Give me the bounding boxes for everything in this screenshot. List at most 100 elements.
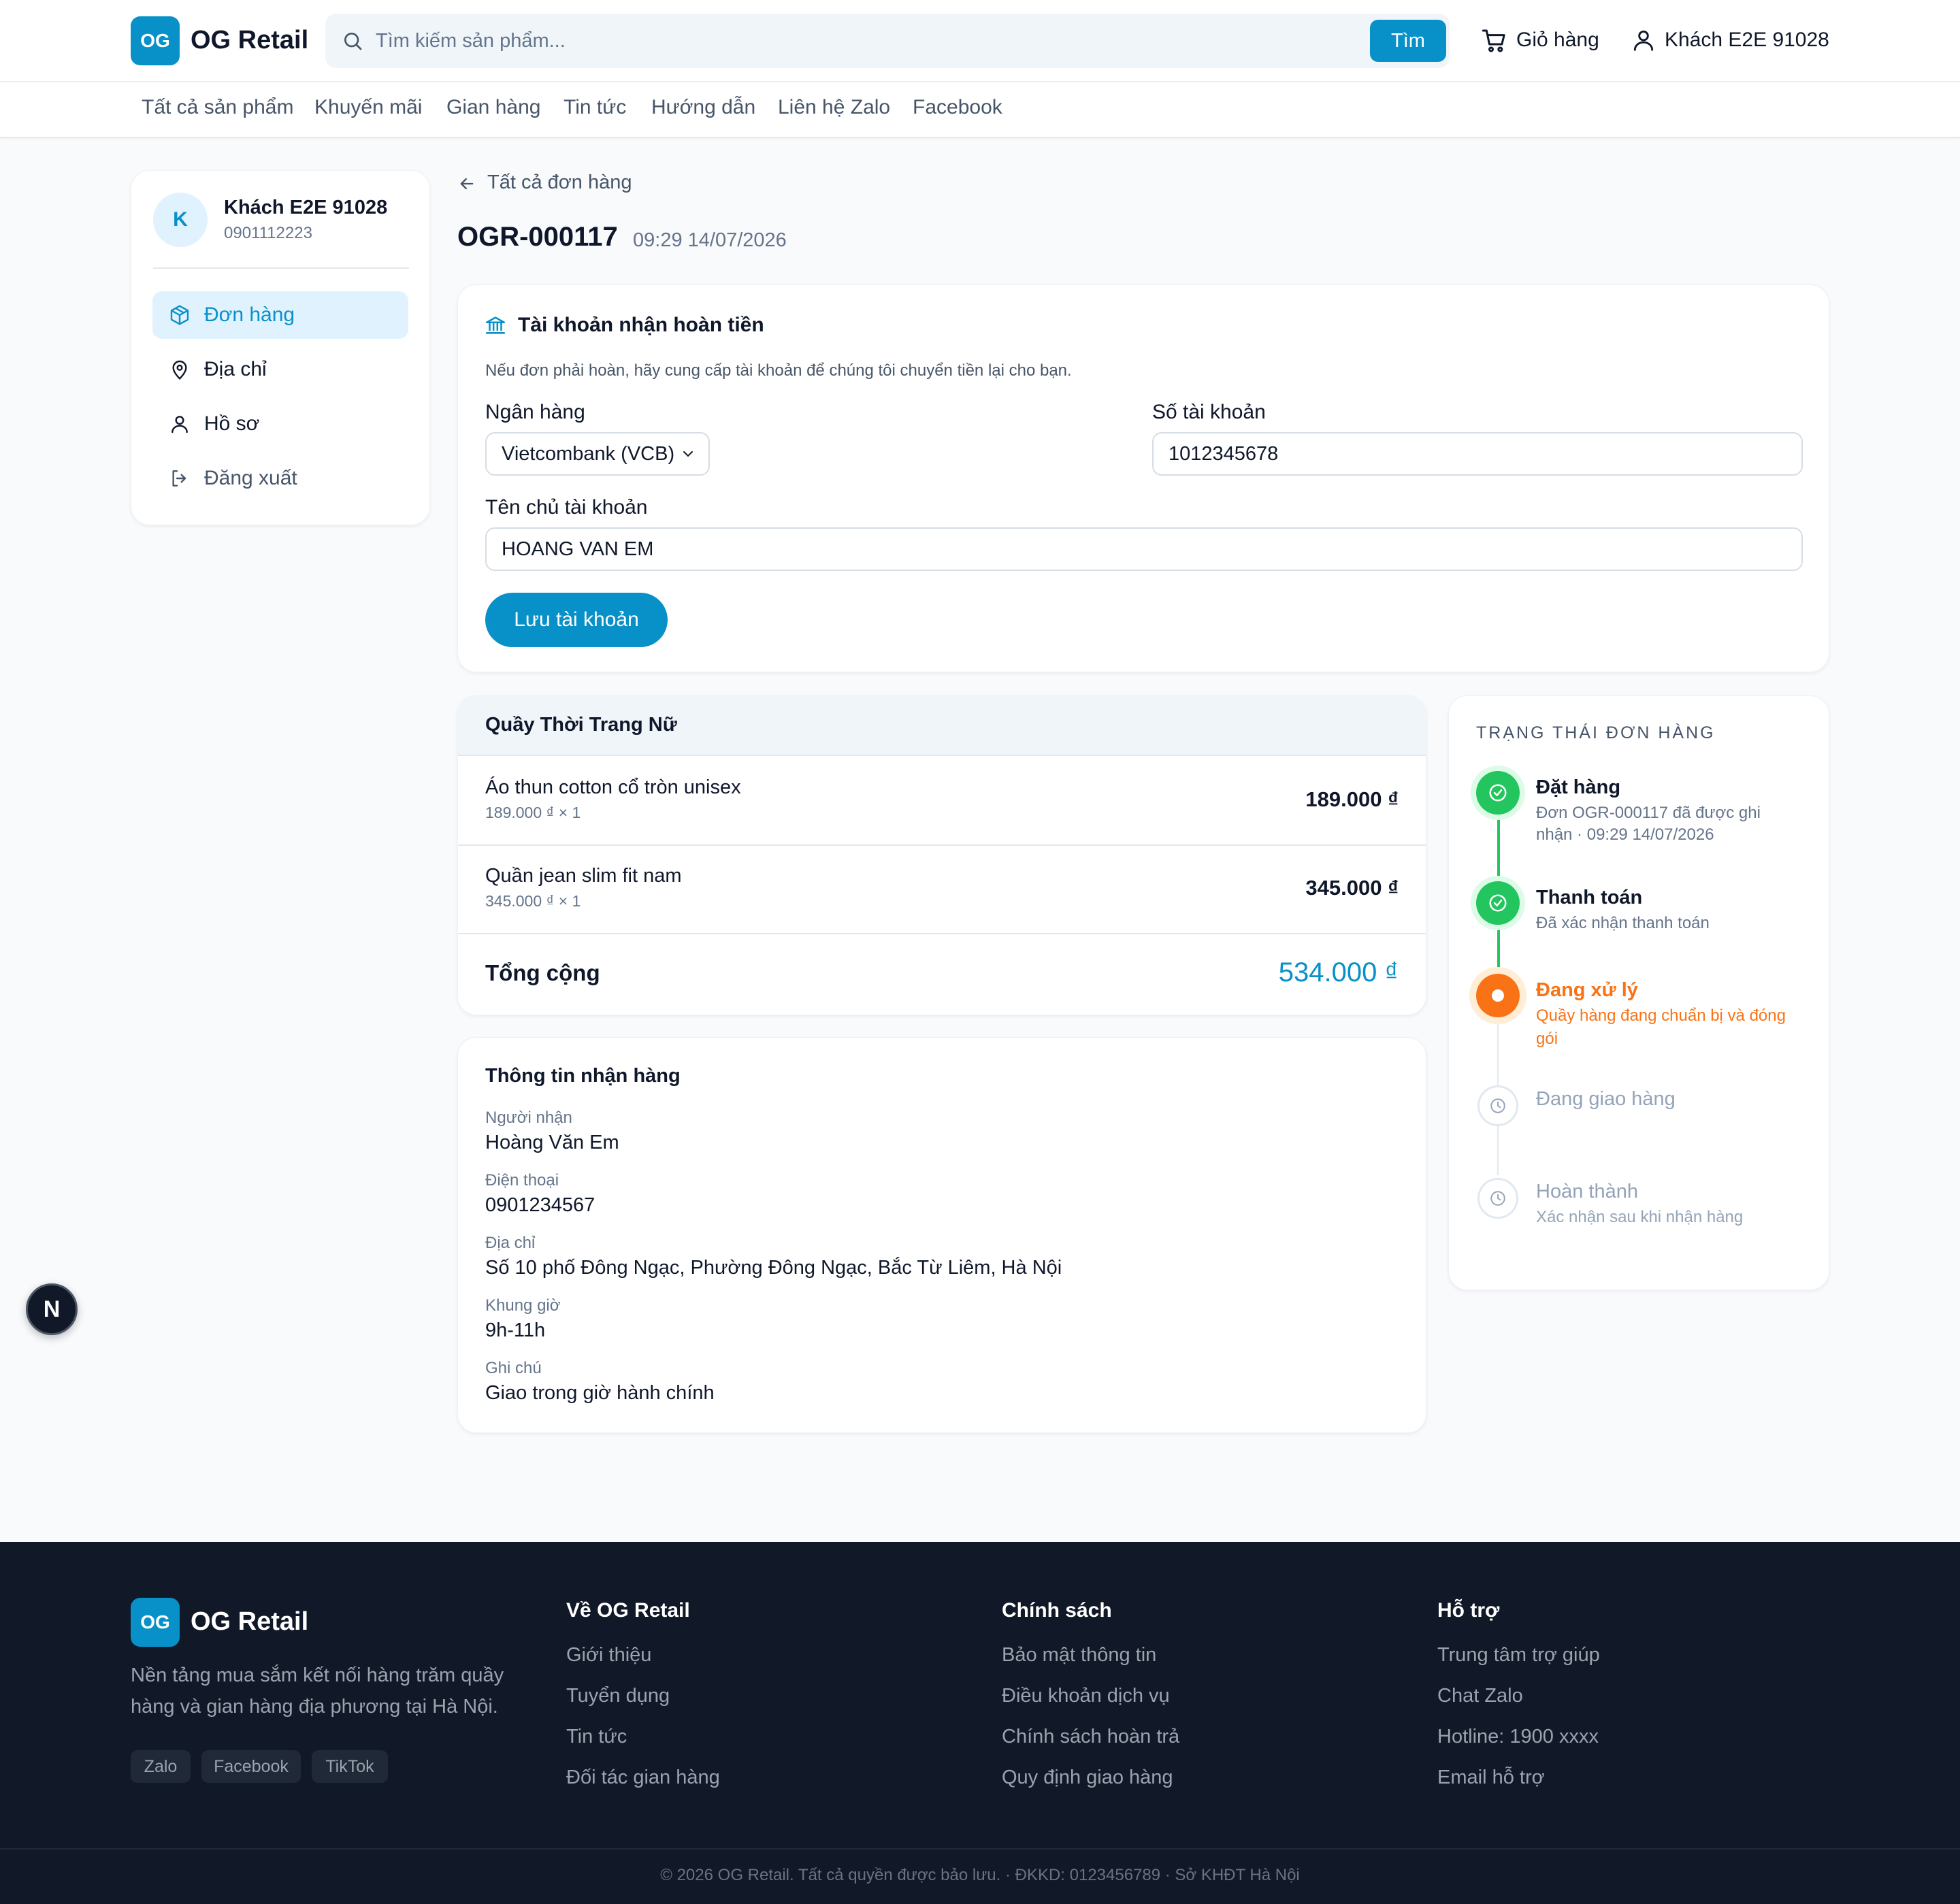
phone-value: 0901234567 — [485, 1194, 595, 1216]
sidebar-item-address[interactable]: Địa chỉ — [152, 346, 408, 393]
shipping-info-card: Thông tin nhận hàng Người nhận Hoàng Văn… — [457, 1037, 1426, 1433]
recipient-label: Người nhận — [485, 1109, 572, 1127]
nav-all-products[interactable]: Tất cả sản phẩm — [142, 96, 293, 119]
item-name[interactable]: Quần jean slim fit nam — [485, 865, 682, 887]
note-value: Giao trong giờ hành chính — [485, 1382, 715, 1404]
sidebar-divider — [153, 267, 409, 269]
search-button[interactable]: Tìm — [1370, 20, 1446, 62]
search-input[interactable] — [376, 14, 1328, 68]
footer-link[interactable]: Hotline: 1900 xxxx — [1437, 1726, 1599, 1748]
search-icon — [344, 33, 362, 50]
package-icon — [170, 305, 189, 325]
item-name[interactable]: Áo thun cotton cổ tròn unisex — [485, 776, 741, 799]
total-divider — [458, 933, 1426, 934]
nav-news[interactable]: Tin tức — [564, 96, 626, 119]
step-pending-marker — [1477, 1178, 1518, 1219]
save-account-button[interactable]: Lưu tài khoản — [485, 593, 668, 647]
footer-link[interactable]: Bảo mật thông tin — [1002, 1644, 1156, 1667]
sidebar-user-name: Khách E2E 91028 — [224, 197, 388, 218]
footer-logo-text[interactable]: OG Retail — [191, 1607, 308, 1637]
nav-shops[interactable]: Gian hàng — [446, 96, 540, 119]
footer-link[interactable]: Tuyển dụng — [566, 1685, 670, 1707]
arrow-left-icon — [460, 178, 474, 190]
social-tag-zalo[interactable]: Zalo — [131, 1750, 191, 1783]
footer-link[interactable]: Tin tức — [566, 1726, 627, 1748]
bank-select[interactable]: Vietcombank (VCB) — [485, 432, 710, 476]
dev-tools-badge[interactable]: N — [26, 1283, 78, 1335]
address-value: Số 10 phố Đông Ngạc, Phường Đông Ngạc, B… — [485, 1257, 1062, 1279]
shipping-title: Thông tin nhận hàng — [485, 1065, 681, 1087]
step-description: Đã xác nhận thanh toán — [1536, 914, 1710, 932]
back-to-orders-link[interactable]: Tất cả đơn hàng — [457, 170, 662, 197]
cart-label: Giỏ hàng — [1516, 29, 1599, 51]
step-title: Hoàn thành — [1536, 1181, 1638, 1202]
avatar: K — [153, 193, 208, 247]
footer-link[interactable]: Quy định giao hàng — [1002, 1767, 1173, 1789]
footer-link[interactable]: Trung tâm trợ giúp — [1437, 1644, 1600, 1667]
social-tag-facebook[interactable]: Facebook — [201, 1750, 301, 1783]
sidebar-item-profile[interactable]: Hồ sơ — [152, 400, 408, 448]
nav-promotions[interactable]: Khuyến mãi — [314, 96, 422, 119]
chevron-down-icon — [683, 451, 693, 457]
step-title: Thanh toán — [1536, 887, 1643, 908]
account-number-input[interactable]: 1012345678 — [1152, 432, 1803, 476]
item-divider — [458, 844, 1426, 846]
site-footer: OG OG Retail Nền tảng mua sắm kết nối hà… — [0, 1542, 1960, 1904]
step-current-marker — [1476, 974, 1520, 1017]
step-title: Đang xử lý — [1536, 979, 1638, 1001]
social-tag-tiktok[interactable]: TikTok — [312, 1750, 388, 1783]
footer-description: Nền tảng mua sắm kết nối hàng trăm quầy — [131, 1664, 504, 1686]
order-datetime: 09:29 14/07/2026 — [633, 229, 787, 251]
map-pin-icon — [172, 360, 187, 380]
step-description: Quầy hàng đang chuẩn bị và đóng — [1536, 1006, 1786, 1025]
nav-zalo[interactable]: Liên hệ Zalo — [778, 96, 890, 119]
cart-link[interactable]: Giỏ hàng — [1481, 26, 1601, 56]
footer-description: hàng và gian hàng địa phương tại Hà Nội. — [131, 1696, 498, 1718]
footer-logo-badge[interactable]: OG — [131, 1598, 180, 1647]
refund-description: Nếu đơn phải hoàn, hãy cung cấp tài khoả… — [485, 361, 1072, 380]
account-holder-label: Tên chủ tài khoản — [485, 496, 648, 519]
footer-divider — [0, 1848, 1960, 1850]
footer-column-title: Hỗ trợ — [1437, 1599, 1500, 1622]
footer-link[interactable]: Email hỗ trợ — [1437, 1767, 1545, 1789]
step-description: Xác nhận sau khi nhận hàng — [1536, 1208, 1744, 1226]
time-slot-value: 9h-11h — [485, 1319, 546, 1341]
account-number-label: Số tài khoản — [1152, 401, 1266, 423]
order-items-card: Quầy Thời Trang Nữ Áo thun cotton cổ trò… — [457, 695, 1426, 1015]
bank-select-value: Vietcombank (VCB) — [502, 443, 675, 465]
item-price: 189.000 ₫ — [1305, 787, 1399, 811]
logout-icon — [172, 470, 186, 487]
item-price: 345.000 ₫ — [1305, 876, 1399, 900]
item-unit-price: 345.000 ₫ × 1 — [485, 892, 581, 910]
check-icon — [1489, 784, 1507, 802]
user-icon — [172, 416, 188, 433]
item-unit-price: 189.000 ₫ × 1 — [485, 804, 581, 821]
cart-icon — [1482, 29, 1505, 52]
dot-icon — [1492, 989, 1504, 1002]
logo-badge[interactable]: OG — [131, 16, 180, 65]
sidebar-user-phone: 0901112223 — [224, 224, 312, 242]
step-title: Đang giao hàng — [1536, 1088, 1676, 1110]
footer-link[interactable]: Chính sách hoàn trả — [1002, 1726, 1179, 1748]
footer-link[interactable]: Giới thiệu — [566, 1644, 651, 1667]
logo-text[interactable]: OG Retail — [191, 26, 308, 55]
refund-title: Tài khoản nhận hoàn tiền — [518, 314, 764, 336]
bank-icon — [485, 316, 506, 334]
step-title: Đặt hàng — [1536, 776, 1621, 798]
sidebar-item-logout[interactable]: Đăng xuất — [152, 455, 408, 502]
recipient-value: Hoàng Văn Em — [485, 1132, 619, 1153]
nav-facebook[interactable]: Facebook — [913, 96, 1002, 119]
nav-guide[interactable]: Hướng dẫn — [651, 96, 755, 119]
main-nav: Tất cả sản phẩm Khuyến mãi Gian hàng Tin… — [0, 82, 1960, 138]
footer-link[interactable]: Chat Zalo — [1437, 1685, 1523, 1707]
footer-link[interactable]: Điều khoản dịch vụ — [1002, 1685, 1170, 1707]
bank-label: Ngân hàng — [485, 401, 585, 423]
total-label: Tổng cộng — [485, 960, 600, 985]
sidebar-item-orders[interactable]: Đơn hàng — [152, 291, 408, 339]
account-holder-input[interactable]: HOANG VAN EM — [485, 527, 1803, 571]
footer-link[interactable]: Đối tác gian hàng — [566, 1767, 720, 1789]
sidebar-item-label: Hồ sơ — [204, 412, 260, 435]
account-link[interactable]: Khách E2E 91028 — [1631, 26, 1829, 56]
sidebar-item-label: Đăng xuất — [204, 467, 297, 489]
order-status-card: TRẠNG THÁI ĐƠN HÀNG Đặt hàng Đơn OGR-000… — [1448, 695, 1829, 1290]
